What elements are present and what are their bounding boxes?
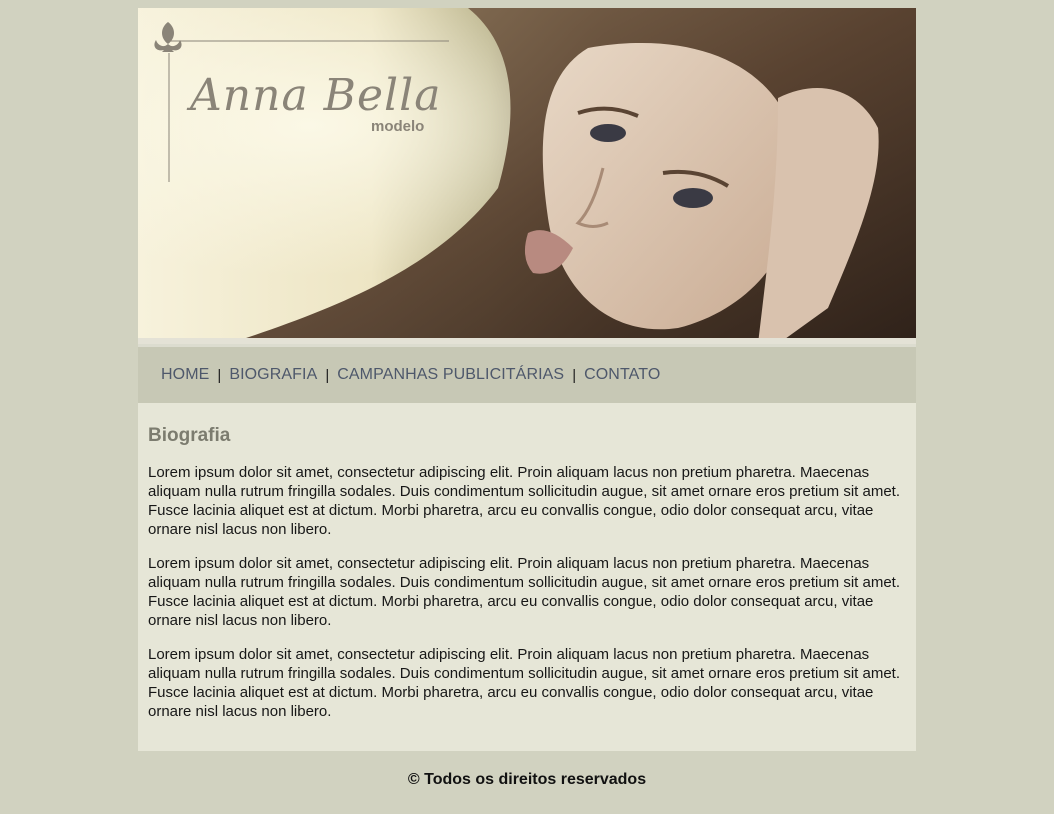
main-content: Biografia Lorem ipsum dolor sit amet, co… [138, 403, 916, 751]
logo-title: Anna Bella [190, 70, 442, 121]
logo-subtitle: modelo [371, 118, 425, 135]
page-title: Biografia [148, 425, 231, 446]
main-nav: HOME | BIOGRAFIA | CAMPANHAS PUBLICITÁRI… [138, 344, 916, 403]
nav-separator: | [572, 366, 577, 384]
page-container: Anna Bella modelo HOME | BIOGRAFIA | CAM… [138, 8, 916, 789]
nav-link-home[interactable]: HOME [161, 366, 209, 384]
nav-link-contato[interactable]: CONTATO [584, 366, 660, 384]
nav-separator: | [325, 366, 330, 384]
fleur-de-lis-icon [154, 22, 182, 52]
bio-paragraph: Lorem ipsum dolor sit amet, consectetur … [148, 555, 901, 629]
bio-paragraph: Lorem ipsum dolor sit amet, consectetur … [148, 646, 901, 720]
footer-copyright: © Todos os direitos reservados [407, 771, 647, 788]
nav-link-campanhas[interactable]: CAMPANHAS PUBLICITÁRIAS [337, 366, 564, 384]
nav-link-biografia[interactable]: BIOGRAFIA [229, 366, 317, 384]
bio-paragraph: Lorem ipsum dolor sit amet, consectetur … [148, 464, 901, 538]
header-banner: Anna Bella modelo [138, 8, 916, 344]
logo-frame [154, 22, 449, 182]
nav-separator: | [217, 366, 222, 384]
